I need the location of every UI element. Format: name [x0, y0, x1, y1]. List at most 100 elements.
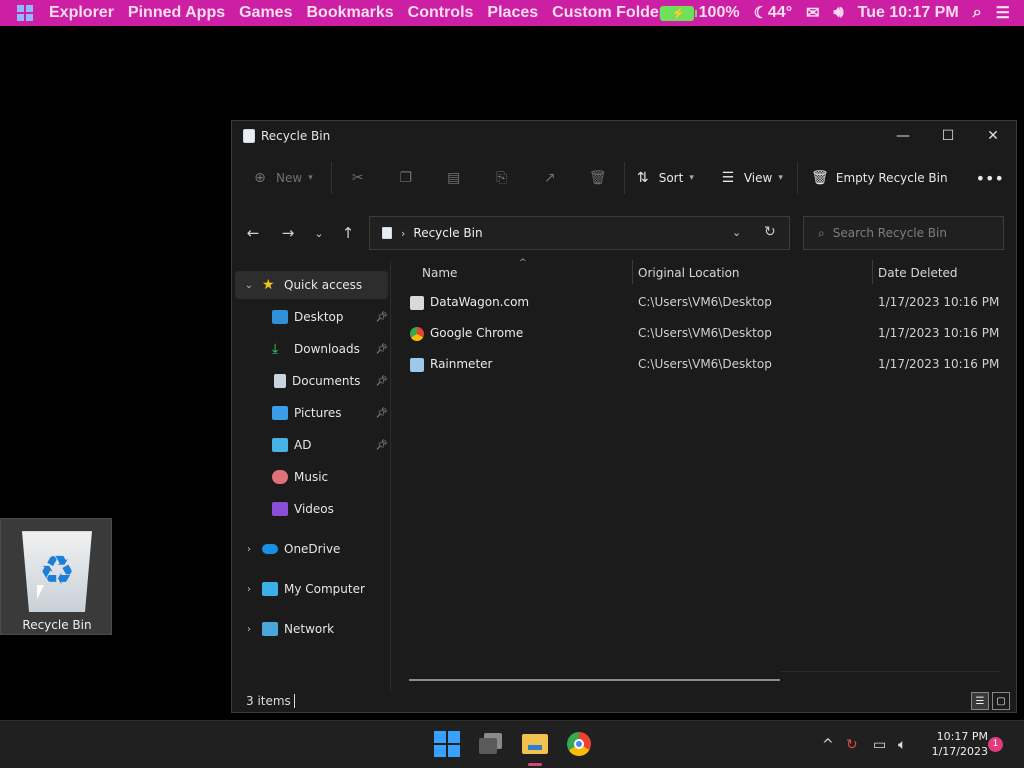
- pane-divider[interactable]: [390, 261, 391, 691]
- sidebar-label: Documents: [292, 374, 361, 388]
- pin-icon[interactable]: 📌︎: [375, 312, 388, 323]
- sidebar-item-network[interactable]: › Network: [235, 615, 388, 643]
- new-button[interactable]: ⊕ New ▾: [252, 162, 313, 194]
- search-icon[interactable]: ⌕: [973, 4, 982, 22]
- details-view-icon[interactable]: ☰: [971, 692, 989, 710]
- view-button[interactable]: ☰ View ▾: [720, 162, 783, 194]
- maximize-button[interactable]: ☐: [925, 121, 971, 151]
- pictures-icon: [272, 406, 288, 420]
- sidebar-label: Network: [284, 622, 335, 636]
- sidebar-item-desktop[interactable]: Desktop 📌︎: [235, 303, 388, 331]
- copy-button[interactable]: ❐: [398, 162, 414, 194]
- download-icon: ⤓: [272, 341, 279, 357]
- expand-chevron-icon[interactable]: ›: [240, 624, 258, 635]
- mail-icon[interactable]: ✉: [806, 3, 819, 23]
- menu-games[interactable]: Games: [239, 4, 292, 22]
- pin-icon[interactable]: 📌︎: [375, 440, 388, 451]
- windows-start-icon[interactable]: [17, 5, 37, 21]
- window-title: Recycle Bin: [261, 129, 331, 143]
- chevron-right-icon[interactable]: ›: [401, 227, 405, 240]
- taskbar-clock[interactable]: 10:17 PM 1/17/2023: [924, 729, 988, 759]
- chevron-up-icon[interactable]: ^: [822, 737, 834, 753]
- windows-start-icon[interactable]: [434, 731, 460, 757]
- pin-icon[interactable]: 📌︎: [375, 344, 388, 355]
- column-header-date[interactable]: Date Deleted: [878, 266, 958, 280]
- menu-places[interactable]: Places: [487, 4, 538, 22]
- rename-icon: ⎘: [496, 170, 508, 186]
- delete-button[interactable]: 🗑︎: [589, 162, 607, 194]
- menu-pinned-apps[interactable]: Pinned Apps: [128, 4, 225, 22]
- chevron-down-icon: ▾: [308, 173, 313, 183]
- sidebar-label: AD: [294, 438, 312, 452]
- expand-chevron-icon[interactable]: ⌄: [240, 280, 258, 291]
- pin-icon[interactable]: 📌︎: [375, 376, 388, 387]
- column-divider[interactable]: [632, 260, 633, 284]
- volume-icon[interactable]: 🔊︎: [834, 4, 844, 22]
- cut-button[interactable]: ✂: [350, 162, 366, 194]
- chevron-down-icon: ▾: [689, 173, 694, 183]
- table-row[interactable]: DataWagon.com C:\Users\VM6\Desktop 1/17/…: [402, 289, 1002, 317]
- sidebar-item-documents[interactable]: Documents 📌︎: [235, 367, 388, 395]
- sidebar-item-my-computer[interactable]: › My Computer: [235, 575, 388, 603]
- horizontal-scrollbar[interactable]: [409, 679, 780, 681]
- sidebar-item-downloads[interactable]: ⤓ Downloads 📌︎: [235, 335, 388, 363]
- menu-custom-folder[interactable]: Custom Folder: [552, 4, 665, 22]
- expand-chevron-icon[interactable]: ›: [240, 544, 258, 555]
- up-arrow-icon[interactable]: ↑: [337, 222, 359, 244]
- address-bar[interactable]: › Recycle Bin ⌄ ↻: [369, 216, 790, 250]
- list-icon[interactable]: ☰: [996, 3, 1010, 23]
- sidebar-item-onedrive[interactable]: › OneDrive: [235, 535, 388, 563]
- breadcrumb-recycle-bin[interactable]: Recycle Bin: [413, 226, 482, 240]
- weather-widget[interactable]: ☾ 44°: [754, 3, 793, 23]
- search-input[interactable]: [832, 226, 993, 240]
- menu-bookmarks[interactable]: Bookmarks: [306, 4, 393, 22]
- rename-button[interactable]: ⎘: [494, 162, 510, 194]
- toolbar-separator: [330, 162, 332, 194]
- minimize-button[interactable]: —: [880, 121, 926, 151]
- back-arrow-icon[interactable]: ←: [242, 222, 264, 244]
- sort-button[interactable]: ⇅ Sort ▾: [635, 162, 694, 194]
- column-header-name[interactable]: Name: [422, 266, 457, 280]
- table-row[interactable]: Google Chrome C:\Users\VM6\Desktop 1/17/…: [402, 320, 1002, 348]
- expand-chevron-icon[interactable]: ›: [240, 584, 258, 595]
- more-options-button[interactable]: •••: [976, 162, 1004, 194]
- sync-icon[interactable]: ↻: [846, 737, 858, 753]
- search-box[interactable]: ⌕: [803, 216, 1004, 250]
- notification-badge[interactable]: 1: [988, 737, 1003, 752]
- display-icon[interactable]: ▭: [873, 737, 886, 753]
- file-name: Rainmeter: [430, 357, 493, 371]
- column-header-location[interactable]: Original Location: [638, 266, 740, 280]
- tiles-view-icon[interactable]: ▢: [992, 692, 1010, 710]
- close-button[interactable]: ✕: [970, 121, 1016, 151]
- sidebar-item-pictures[interactable]: Pictures 📌︎: [235, 399, 388, 427]
- desktop-recycle-bin[interactable]: ♻ Recycle Bin: [0, 518, 112, 635]
- menu-explorer[interactable]: Explorer: [49, 4, 114, 22]
- sidebar-item-music[interactable]: Music: [235, 463, 388, 491]
- chrome-taskbar-icon[interactable]: [566, 731, 592, 757]
- share-button[interactable]: ↗: [542, 162, 558, 194]
- battery-percent[interactable]: 100%: [699, 4, 740, 22]
- menu-controls[interactable]: Controls: [408, 4, 474, 22]
- empty-recycle-bin-button[interactable]: 🗑︎ Empty Recycle Bin: [811, 162, 948, 194]
- column-divider[interactable]: [872, 260, 873, 284]
- sidebar-item-quick-access[interactable]: ⌄ ★ Quick access: [235, 271, 388, 299]
- forward-arrow-icon[interactable]: →: [277, 222, 299, 244]
- sidebar-item-ad[interactable]: AD 📌︎: [235, 431, 388, 459]
- table-row[interactable]: Rainmeter C:\Users\VM6\Desktop 1/17/2023…: [402, 351, 1002, 379]
- sidebar-item-videos[interactable]: Videos: [235, 495, 388, 523]
- speaker-icon[interactable]: 🔈︎: [898, 737, 906, 753]
- task-view-icon[interactable]: [478, 731, 504, 757]
- rainmeter-file-icon: [410, 358, 424, 372]
- pin-icon[interactable]: 📌︎: [375, 408, 388, 419]
- datetime[interactable]: Tue 10:17 PM: [858, 4, 959, 22]
- address-dropdown-icon[interactable]: ⌄: [732, 226, 741, 239]
- refresh-icon[interactable]: ↻: [764, 224, 776, 240]
- status-bar: 3 items ☰ ▢: [232, 691, 1016, 713]
- desktop-icon-label: Recycle Bin: [22, 618, 92, 632]
- weather-temp: 44°: [767, 4, 793, 21]
- file-explorer-taskbar-icon[interactable]: [522, 731, 548, 766]
- recent-locations-chevron-icon[interactable]: ⌄: [308, 222, 330, 244]
- battery-charging-icon[interactable]: ⚡: [659, 5, 697, 21]
- paste-button[interactable]: ▤: [446, 162, 462, 194]
- title-bar[interactable]: Recycle Bin — ☐ ✕: [232, 121, 1016, 151]
